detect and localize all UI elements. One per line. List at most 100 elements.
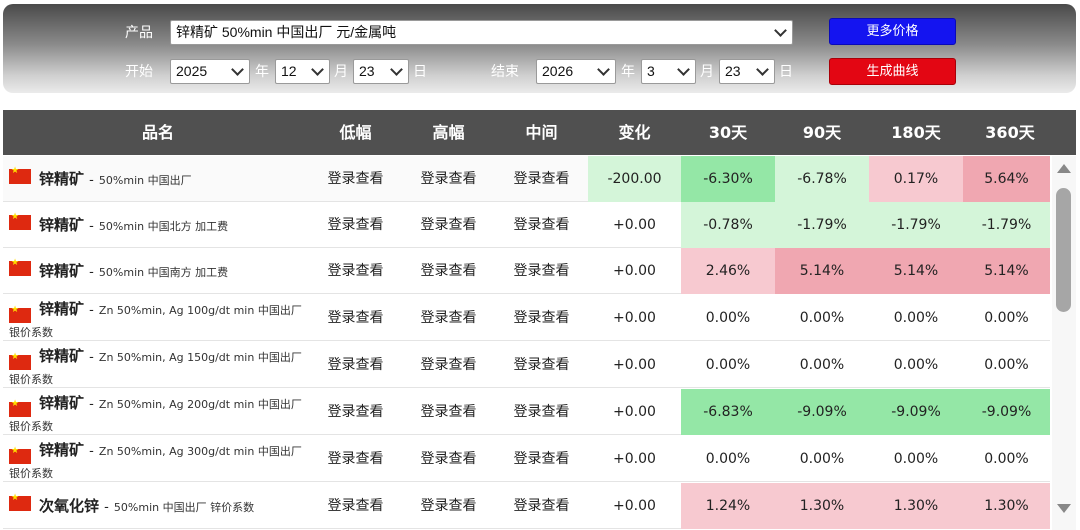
product-name-cell: 次氧化锌 - 50%min 中国出厂 锌价系数 — [3, 483, 313, 529]
table-row[interactable]: 次氧化锌 - 50%min 中国出厂 锌价系数 登录查看 登录查看 登录查看 +… — [3, 483, 1050, 529]
col-change: 变化 — [618, 123, 651, 142]
d360-cell: -9.09% — [963, 389, 1050, 435]
d90-cell: 5.14% — [775, 248, 869, 294]
product-select-value: 锌精矿 50%min 中国出厂 元/金属吨 — [176, 24, 397, 40]
table-row[interactable]: 锌精矿 - Zn 50%min, Ag 150g/dt min 中国出厂 银价系… — [3, 342, 1050, 388]
end-label: 结束 — [491, 64, 519, 80]
product-name: 锌精矿 — [39, 394, 85, 412]
product-name: 锌精矿 — [39, 441, 85, 459]
end-month-select[interactable]: 3 — [641, 59, 696, 84]
start-year-unit: 年 — [255, 64, 269, 80]
col-low: 低幅 — [339, 123, 372, 142]
product-name-cell: 锌精矿 - Zn 50%min, Ag 200g/dt min 中国出厂 银价系… — [3, 389, 313, 435]
low-cell[interactable]: 登录查看 — [309, 295, 402, 341]
product-desc: 50%min 中国出厂 锌价系数 — [113, 501, 255, 514]
price-table-body: 锌精矿 - 50%min 中国出厂 登录查看 登录查看 登录查看 -200.00… — [3, 156, 1050, 530]
end-day-select[interactable]: 23 — [719, 59, 775, 84]
d180-cell: -1.79% — [869, 202, 963, 248]
high-cell[interactable]: 登录查看 — [402, 248, 495, 294]
mid-cell[interactable]: 登录查看 — [495, 389, 588, 435]
arrow-up-icon[interactable] — [1057, 164, 1071, 173]
table-row[interactable]: 锌精矿 - 50%min 中国北方 加工费 登录查看 登录查看 登录查看 +0.… — [3, 202, 1050, 248]
d360-cell: 0.00% — [984, 310, 1029, 326]
end-year-select[interactable]: 2026 — [536, 59, 616, 84]
change-cell: +0.00 — [613, 217, 656, 233]
product-name: 锌精矿 — [39, 300, 85, 318]
d90-cell: 0.00% — [799, 310, 845, 326]
start-day-select[interactable]: 23 — [353, 59, 409, 84]
d360-cell: 0.00% — [984, 357, 1029, 373]
low-cell[interactable]: 登录查看 — [309, 342, 402, 388]
high-cell[interactable]: 登录查看 — [402, 202, 495, 248]
change-cell: +0.00 — [613, 451, 656, 467]
end-year-value: 2026 — [542, 63, 574, 79]
product-name-cell: 锌精矿 - 50%min 中国北方 加工费 — [3, 202, 313, 248]
low-cell[interactable]: 登录查看 — [309, 389, 402, 435]
mid-cell[interactable]: 登录查看 — [495, 342, 588, 388]
low-cell[interactable]: 登录查看 — [309, 202, 402, 248]
product-desc: 50%min 中国南方 加工费 — [98, 266, 229, 279]
start-month-value: 12 — [281, 63, 297, 79]
china-flag-icon — [9, 166, 31, 184]
arrow-down-icon[interactable] — [1057, 504, 1071, 513]
scrollbar-thumb[interactable] — [1056, 188, 1071, 312]
table-scrollbar[interactable] — [1052, 156, 1076, 530]
col-30d: 30天 — [708, 123, 748, 142]
start-label: 开始 — [125, 64, 153, 80]
high-cell[interactable]: 登录查看 — [402, 483, 495, 529]
product-name-cell: 锌精矿 - 50%min 中国南方 加工费 — [3, 248, 313, 294]
d90-cell: -6.78% — [775, 156, 869, 202]
product-name: 锌精矿 — [39, 347, 85, 365]
d90-cell: 1.30% — [775, 483, 869, 529]
table-row[interactable]: 锌精矿 - Zn 50%min, Ag 200g/dt min 中国出厂 银价系… — [3, 389, 1050, 435]
table-row[interactable]: 锌精矿 - 50%min 中国出厂 登录查看 登录查看 登录查看 -200.00… — [3, 156, 1050, 202]
d30-cell: -6.83% — [681, 389, 775, 435]
generate-curve-button[interactable]: 生成曲线 — [829, 58, 956, 85]
table-row[interactable]: 锌精矿 - Zn 50%min, Ag 100g/dt min 中国出厂 银价系… — [3, 295, 1050, 341]
high-cell[interactable]: 登录查看 — [402, 436, 495, 482]
product-name-cell: 锌精矿 - Zn 50%min, Ag 300g/dt min 中国出厂 银价系… — [3, 436, 313, 482]
product-desc: 50%min 中国北方 加工费 — [98, 220, 229, 233]
low-cell[interactable]: 登录查看 — [309, 436, 402, 482]
low-cell[interactable]: 登录查看 — [309, 156, 402, 202]
table-row[interactable]: 锌精矿 - Zn 50%min, Ag 300g/dt min 中国出厂 银价系… — [3, 436, 1050, 482]
product-label: 产品 — [125, 25, 153, 41]
mid-cell[interactable]: 登录查看 — [495, 483, 588, 529]
mid-cell[interactable]: 登录查看 — [495, 295, 588, 341]
product-name: 锌精矿 — [39, 216, 85, 234]
start-year-select[interactable]: 2025 — [170, 59, 250, 84]
mid-cell[interactable]: 登录查看 — [495, 202, 588, 248]
mid-cell[interactable]: 登录查看 — [495, 436, 588, 482]
high-cell[interactable]: 登录查看 — [402, 295, 495, 341]
low-cell[interactable]: 登录查看 — [309, 483, 402, 529]
table-row[interactable]: 锌精矿 - 50%min 中国南方 加工费 登录查看 登录查看 登录查看 +0.… — [3, 248, 1050, 294]
start-month-select[interactable]: 12 — [275, 59, 330, 84]
product-desc: 50%min 中国出厂 — [98, 174, 192, 187]
change-cell: +0.00 — [613, 498, 656, 514]
high-cell[interactable]: 登录查看 — [402, 389, 495, 435]
mid-cell[interactable]: 登录查看 — [495, 248, 588, 294]
col-mid: 中间 — [525, 123, 558, 142]
d90-cell: -9.09% — [775, 389, 869, 435]
d180-cell: -9.09% — [869, 389, 963, 435]
high-cell[interactable]: 登录查看 — [402, 156, 495, 202]
product-select[interactable]: 锌精矿 50%min 中国出厂 元/金属吨 — [170, 20, 793, 45]
high-cell[interactable]: 登录查看 — [402, 342, 495, 388]
change-cell: +0.00 — [613, 404, 656, 420]
mid-cell[interactable]: 登录查看 — [495, 156, 588, 202]
china-flag-icon — [9, 258, 31, 276]
low-cell[interactable]: 登录查看 — [309, 248, 402, 294]
d360-cell: 5.14% — [963, 248, 1050, 294]
china-flag-icon — [9, 493, 31, 511]
col-360d: 360天 — [985, 123, 1035, 142]
d30-cell: -0.78% — [681, 202, 775, 248]
d90-cell: 0.00% — [799, 357, 845, 373]
price-table-header: 品名 低幅 高幅 中间 变化 30天 90天 180天 360天 — [3, 110, 1076, 155]
end-year-unit: 年 — [621, 64, 635, 80]
d180-cell: 0.00% — [893, 451, 939, 467]
d30-cell: 2.46% — [681, 248, 775, 294]
more-prices-button[interactable]: 更多价格 — [829, 18, 956, 45]
d180-cell: 5.14% — [869, 248, 963, 294]
product-name: 锌精矿 — [39, 262, 85, 280]
d180-cell: 0.00% — [893, 310, 939, 326]
